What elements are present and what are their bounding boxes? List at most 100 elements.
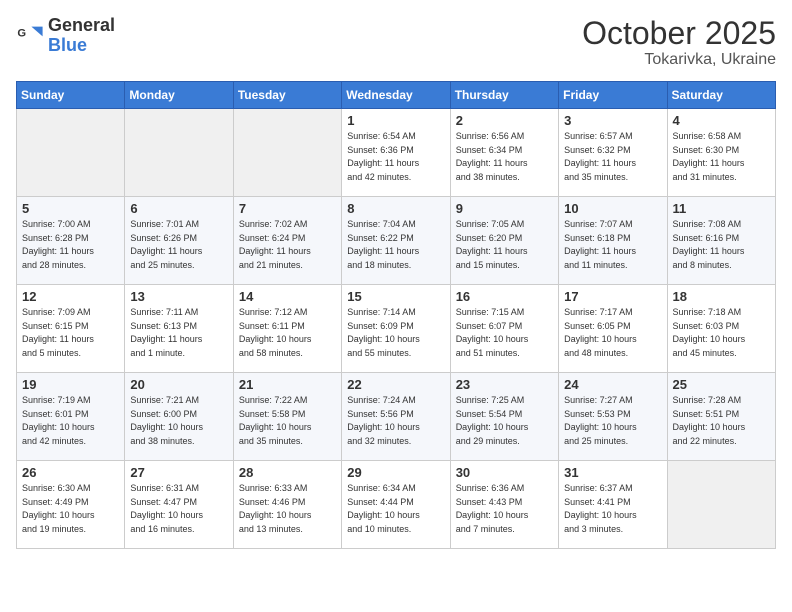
day-info: Sunrise: 6:57 AM Sunset: 6:32 PM Dayligh…	[564, 130, 661, 184]
calendar-cell	[233, 109, 341, 197]
day-number: 27	[130, 465, 227, 480]
calendar-cell: 31 Sunrise: 6:37 AM Sunset: 4:41 PM Dayli…	[559, 461, 667, 549]
day-number: 19	[22, 377, 119, 392]
day-number: 9	[456, 201, 553, 216]
day-info: Sunrise: 7:07 AM Sunset: 6:18 PM Dayligh…	[564, 218, 661, 272]
day-info: Sunrise: 7:24 AM Sunset: 5:56 PM Dayligh…	[347, 394, 444, 448]
day-info: Sunrise: 7:01 AM Sunset: 6:26 PM Dayligh…	[130, 218, 227, 272]
day-number: 14	[239, 289, 336, 304]
calendar-cell	[667, 461, 775, 549]
calendar-cell	[125, 109, 233, 197]
day-number: 20	[130, 377, 227, 392]
day-info: Sunrise: 6:37 AM Sunset: 4:41 PM Dayligh…	[564, 482, 661, 536]
calendar-cell: 13 Sunrise: 7:11 AM Sunset: 6:13 PM Dayli…	[125, 285, 233, 373]
calendar-cell: 24Sunrise: 7:27 AM Sunset: 5:53 PM Dayli…	[559, 373, 667, 461]
day-info: Sunrise: 7:28 AM Sunset: 5:51 PM Dayligh…	[673, 394, 770, 448]
day-info: Sunrise: 7:15 AM Sunset: 6:07 PM Dayligh…	[456, 306, 553, 360]
logo-icon: G	[16, 21, 44, 49]
calendar-cell: 17Sunrise: 7:17 AM Sunset: 6:05 PM Dayli…	[559, 285, 667, 373]
day-number: 8	[347, 201, 444, 216]
calendar-cell: 4 Sunrise: 6:58 AM Sunset: 6:30 PM Daylig…	[667, 109, 775, 197]
calendar-week-1: 1Sunrise: 6:54 AM Sunset: 6:36 PM Daylig…	[17, 109, 776, 197]
calendar-week-2: 5 Sunrise: 7:00 AM Sunset: 6:28 PM Daylig…	[17, 197, 776, 285]
calendar-subtitle: Tokarivka, Ukraine	[582, 51, 776, 69]
day-info: Sunrise: 7:05 AM Sunset: 6:20 PM Dayligh…	[456, 218, 553, 272]
day-number: 31	[564, 465, 661, 480]
logo-general: General	[48, 16, 115, 36]
day-number: 22	[347, 377, 444, 392]
day-number: 16	[456, 289, 553, 304]
day-number: 4	[673, 113, 770, 128]
calendar-week-3: 12 Sunrise: 7:09 AM Sunset: 6:15 PM Dayli…	[17, 285, 776, 373]
day-number: 15	[347, 289, 444, 304]
day-info: Sunrise: 6:30 AM Sunset: 4:49 PM Dayligh…	[22, 482, 119, 536]
calendar-week-5: 26 Sunrise: 6:30 AM Sunset: 4:49 PM Dayli…	[17, 461, 776, 549]
calendar-cell: 8Sunrise: 7:04 AM Sunset: 6:22 PM Daylig…	[342, 197, 450, 285]
day-info: Sunrise: 6:34 AM Sunset: 4:44 PM Dayligh…	[347, 482, 444, 536]
calendar-cell: 5 Sunrise: 7:00 AM Sunset: 6:28 PM Daylig…	[17, 197, 125, 285]
day-info: Sunrise: 7:12 AM Sunset: 6:11 PM Dayligh…	[239, 306, 336, 360]
day-number: 11	[673, 201, 770, 216]
day-info: Sunrise: 7:00 AM Sunset: 6:28 PM Dayligh…	[22, 218, 119, 272]
calendar-cell	[17, 109, 125, 197]
day-info: Sunrise: 6:36 AM Sunset: 4:43 PM Dayligh…	[456, 482, 553, 536]
calendar-cell: 14 Sunrise: 7:12 AM Sunset: 6:11 PM Dayli…	[233, 285, 341, 373]
calendar-cell: 30 Sunrise: 6:36 AM Sunset: 4:43 PM Dayli…	[450, 461, 558, 549]
calendar-cell: 15 Sunrise: 7:14 AM Sunset: 6:09 PM Dayli…	[342, 285, 450, 373]
day-info: Sunrise: 7:18 AM Sunset: 6:03 PM Dayligh…	[673, 306, 770, 360]
calendar-body: 1Sunrise: 6:54 AM Sunset: 6:36 PM Daylig…	[17, 109, 776, 549]
day-header-sunday: Sunday	[17, 82, 125, 109]
day-info: Sunrise: 7:11 AM Sunset: 6:13 PM Dayligh…	[130, 306, 227, 360]
calendar-cell: 25 Sunrise: 7:28 AM Sunset: 5:51 PM Dayli…	[667, 373, 775, 461]
calendar-cell: 10 Sunrise: 7:07 AM Sunset: 6:18 PM Dayli…	[559, 197, 667, 285]
calendar-cell: 11 Sunrise: 7:08 AM Sunset: 6:16 PM Dayli…	[667, 197, 775, 285]
day-number: 18	[673, 289, 770, 304]
day-number: 12	[22, 289, 119, 304]
day-info: Sunrise: 6:33 AM Sunset: 4:46 PM Dayligh…	[239, 482, 336, 536]
day-number: 3	[564, 113, 661, 128]
page-header: G General Blue October 2025 Tokarivka, U…	[16, 16, 776, 69]
day-info: Sunrise: 7:25 AM Sunset: 5:54 PM Dayligh…	[456, 394, 553, 448]
day-number: 7	[239, 201, 336, 216]
day-number: 6	[130, 201, 227, 216]
day-number: 13	[130, 289, 227, 304]
calendar-cell: 2 Sunrise: 6:56 AM Sunset: 6:34 PM Daylig…	[450, 109, 558, 197]
day-info: Sunrise: 7:19 AM Sunset: 6:01 PM Dayligh…	[22, 394, 119, 448]
day-number: 2	[456, 113, 553, 128]
day-number: 10	[564, 201, 661, 216]
calendar-cell: 9 Sunrise: 7:05 AM Sunset: 6:20 PM Daylig…	[450, 197, 558, 285]
day-number: 29	[347, 465, 444, 480]
day-info: Sunrise: 7:22 AM Sunset: 5:58 PM Dayligh…	[239, 394, 336, 448]
day-number: 21	[239, 377, 336, 392]
day-info: Sunrise: 6:58 AM Sunset: 6:30 PM Dayligh…	[673, 130, 770, 184]
day-info: Sunrise: 6:54 AM Sunset: 6:36 PM Dayligh…	[347, 130, 444, 184]
day-number: 5	[22, 201, 119, 216]
day-info: Sunrise: 7:09 AM Sunset: 6:15 PM Dayligh…	[22, 306, 119, 360]
day-info: Sunrise: 7:08 AM Sunset: 6:16 PM Dayligh…	[673, 218, 770, 272]
calendar-week-4: 19 Sunrise: 7:19 AM Sunset: 6:01 PM Dayli…	[17, 373, 776, 461]
svg-text:G: G	[17, 27, 26, 39]
day-number: 25	[673, 377, 770, 392]
logo: G General Blue	[16, 16, 115, 54]
day-info: Sunrise: 6:56 AM Sunset: 6:34 PM Dayligh…	[456, 130, 553, 184]
day-header-saturday: Saturday	[667, 82, 775, 109]
calendar-cell: 19 Sunrise: 7:19 AM Sunset: 6:01 PM Dayli…	[17, 373, 125, 461]
day-info: Sunrise: 7:17 AM Sunset: 6:05 PM Dayligh…	[564, 306, 661, 360]
calendar-cell: 6 Sunrise: 7:01 AM Sunset: 6:26 PM Daylig…	[125, 197, 233, 285]
calendar-cell: 7Sunrise: 7:02 AM Sunset: 6:24 PM Daylig…	[233, 197, 341, 285]
day-number: 23	[456, 377, 553, 392]
day-number: 24	[564, 377, 661, 392]
calendar-cell: 12 Sunrise: 7:09 AM Sunset: 6:15 PM Dayli…	[17, 285, 125, 373]
day-number: 26	[22, 465, 119, 480]
calendar-cell: 18 Sunrise: 7:18 AM Sunset: 6:03 PM Dayli…	[667, 285, 775, 373]
calendar-table: SundayMondayTuesdayWednesdayThursdayFrid…	[16, 81, 776, 549]
day-info: Sunrise: 7:14 AM Sunset: 6:09 PM Dayligh…	[347, 306, 444, 360]
calendar-cell: 22 Sunrise: 7:24 AM Sunset: 5:56 PM Dayli…	[342, 373, 450, 461]
calendar-cell: 23 Sunrise: 7:25 AM Sunset: 5:54 PM Dayli…	[450, 373, 558, 461]
title-block: October 2025 Tokarivka, Ukraine	[582, 16, 776, 69]
day-info: Sunrise: 6:31 AM Sunset: 4:47 PM Dayligh…	[130, 482, 227, 536]
day-number: 30	[456, 465, 553, 480]
calendar-cell: 16 Sunrise: 7:15 AM Sunset: 6:07 PM Dayli…	[450, 285, 558, 373]
day-number: 28	[239, 465, 336, 480]
day-header-row: SundayMondayTuesdayWednesdayThursdayFrid…	[17, 82, 776, 109]
